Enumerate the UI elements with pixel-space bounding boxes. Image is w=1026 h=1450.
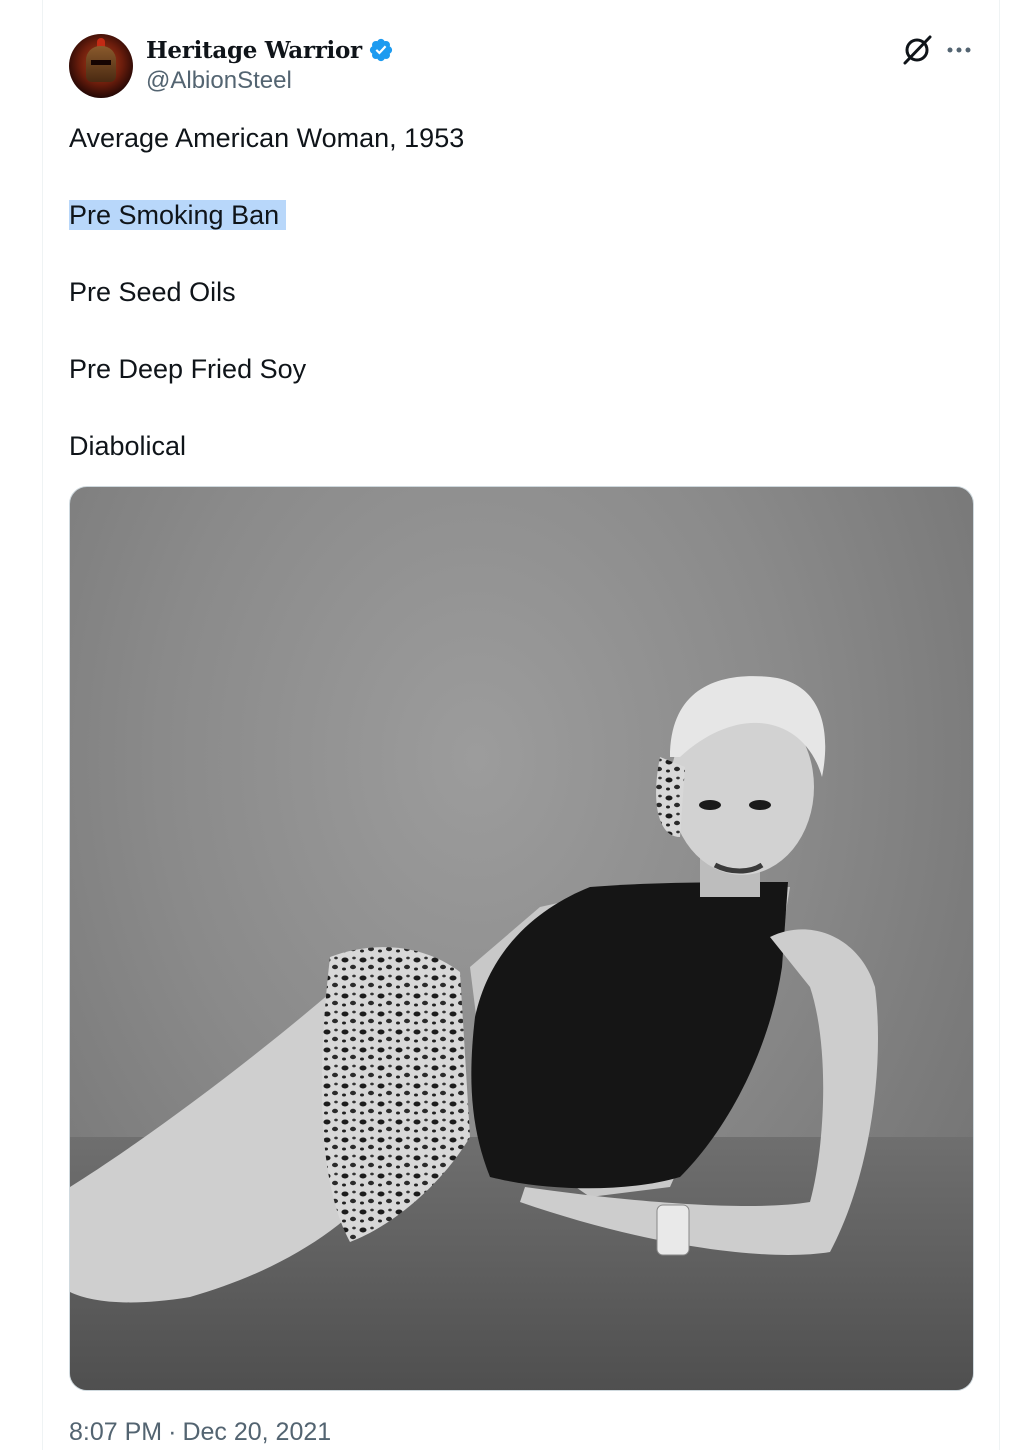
tweet-text-line: Diabolical [69, 431, 187, 461]
photo-eye-right [749, 800, 771, 810]
verified-badge-icon [369, 38, 392, 62]
tweet-text-line: Pre Deep Fried Soy [69, 354, 307, 384]
photo-illustration [70, 676, 973, 1390]
text-selection: Pre Smoking Ban [69, 200, 287, 230]
more-icon[interactable] [944, 36, 974, 64]
author-handle[interactable]: @AlbionSteel [146, 67, 292, 95]
tweet-time[interactable]: 8:07 PM [69, 1418, 162, 1446]
tweet-timestamp[interactable]: 8:07 PM · Dec 20, 2021 [69, 1418, 331, 1447]
photo-eye-left [699, 800, 721, 810]
author-display-name[interactable]: Heritage Warrior [146, 37, 362, 64]
tweet-text-line-selected: Pre Smoking Ban [69, 196, 287, 234]
tweet-text-line: Average American Woman, 1953 [69, 123, 465, 153]
photo-bracelet [656, 1204, 690, 1256]
timestamp-separator: · [168, 1418, 177, 1446]
author-avatar[interactable] [69, 34, 133, 98]
grok-icon[interactable] [900, 33, 934, 67]
tweet-text-line: Pre Seed Oils [69, 277, 236, 307]
photo-scarf [656, 757, 685, 837]
tweet-date[interactable]: Dec 20, 2021 [182, 1418, 331, 1446]
tweet-photo[interactable] [69, 486, 974, 1391]
author-name-row[interactable]: Heritage Warrior [146, 34, 394, 66]
avatar-visor [91, 60, 111, 65]
